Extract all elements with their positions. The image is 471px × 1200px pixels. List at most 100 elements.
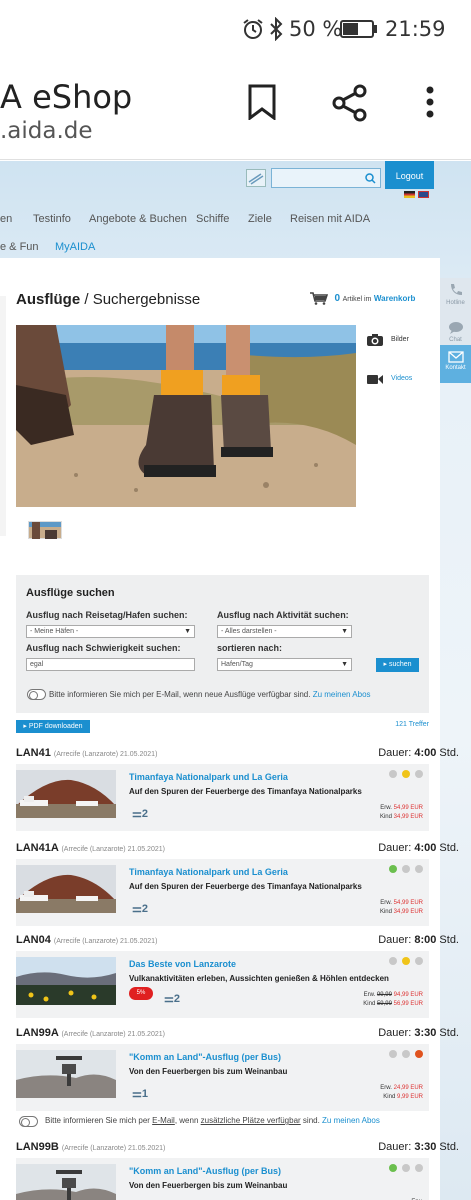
phone-screen: 50 % 21:59 A eShop .aida.de Logout en Te…	[0, 0, 471, 1200]
places-notify-toggle[interactable]	[19, 1116, 38, 1127]
alarm-icon	[243, 19, 263, 39]
search-icon[interactable]	[365, 173, 376, 184]
excursion-port-date: (Arrecife (Lanzarote) 21.05.2021)	[61, 1031, 165, 1038]
breadcrumb-page: Suchergebnisse	[92, 291, 201, 308]
thumbnail[interactable]	[28, 521, 62, 539]
excursion-title[interactable]: Das Beste von Lanzarote	[129, 959, 236, 969]
excursion-thumbnail[interactable]	[16, 1050, 116, 1098]
bookmark-icon[interactable]	[247, 84, 277, 120]
excursion-subtitle: Von den Feuerbergen bis zum Weinanbau	[129, 1067, 288, 1076]
flag-uk-icon[interactable]	[418, 191, 429, 198]
excursion-title[interactable]: "Komm an Land"-Ausflug (per Bus)	[129, 1166, 281, 1176]
nav-item-ziele[interactable]: Ziele	[248, 213, 272, 225]
excursion-thumbnail[interactable]	[16, 1164, 116, 1200]
excursion-card[interactable]: Timanfaya Nationalpark und La Geria Auf d…	[16, 764, 429, 831]
cart-link[interactable]: Warenkorb	[374, 294, 416, 303]
hero-image[interactable]	[16, 325, 356, 507]
cart-icon	[310, 292, 329, 305]
activity-select[interactable]: - Alles darstellen - ▼	[217, 625, 352, 638]
excursion-code: LAN99A (Arrecife (Lanzarote) 21.05.2021)	[16, 1027, 165, 1039]
excursion-card[interactable]: "Komm an Land"-Ausflug (per Bus) Von den …	[16, 1044, 429, 1111]
persons-icon: ⚌	[132, 1088, 142, 1100]
video-icon[interactable]	[366, 373, 384, 385]
child-price: Kind 9,99 EUR	[383, 1094, 423, 1100]
excursion-port-date: (Arrecife (Lanzarote) 21.05.2021)	[61, 1145, 166, 1152]
abos-link-2[interactable]: Zu meinen Abos	[322, 1116, 380, 1125]
nav-item-reisen[interactable]: Reisen mit AIDA	[290, 213, 370, 225]
flag-de-icon[interactable]	[404, 191, 415, 198]
chevron-down-icon: ▼	[341, 661, 348, 668]
nav-item-fun[interactable]: e & Fun	[0, 241, 39, 253]
availability-light	[402, 865, 410, 873]
excursion-thumbnail[interactable]	[16, 957, 116, 1005]
excursion-title[interactable]: "Komm an Land"-Ausflug (per Bus)	[129, 1052, 281, 1062]
videos-link[interactable]: Videos	[391, 375, 412, 382]
pdf-download-button[interactable]: ▸ PDF downloaden	[16, 720, 90, 733]
excursion-title[interactable]: Timanfaya Nationalpark und La Geria	[129, 772, 288, 782]
email-link[interactable]: E-Mail	[152, 1116, 175, 1125]
sort-label: sortieren nach:	[217, 643, 283, 653]
availability-light	[415, 1164, 423, 1172]
excursion-card[interactable]: Timanfaya Nationalpark und La Geria Auf d…	[16, 859, 429, 926]
nav-item-schiffe[interactable]: Schiffe	[196, 213, 229, 225]
excursion-port-date: (Arrecife (Lanzarote) 21.05.2021)	[53, 938, 158, 945]
sidebar-hotline-label: Hotline	[446, 300, 465, 306]
availability-light	[389, 770, 397, 778]
persons-icon: ⚌	[132, 808, 142, 820]
extra-places-link[interactable]: zusätzliche Plätze verfügbar	[201, 1116, 301, 1125]
cart-summary[interactable]: 0 Artikel im Warenkorb	[309, 292, 415, 305]
logout-button[interactable]: Logout	[385, 161, 434, 189]
excursion-port-date: (Arrecife (Lanzarote) 21.05.2021)	[53, 751, 158, 758]
overflow-menu-icon[interactable]	[424, 84, 436, 120]
site-search-input[interactable]	[271, 168, 381, 188]
child-price: Kind 59,99 56,99 EUR	[363, 1001, 423, 1007]
persons-icon: ⚌	[132, 903, 142, 915]
port-select[interactable]: - Meine Häfen - ▼	[26, 625, 195, 638]
excursion-card[interactable]: Das Beste von Lanzarote Vulkanaktivitäten…	[16, 951, 429, 1018]
newsletter-icon[interactable]	[246, 169, 266, 187]
sidebar-contact[interactable]: Kontakt	[440, 345, 471, 383]
availability-light	[415, 770, 423, 778]
availability-light	[402, 1050, 410, 1058]
chevron-down-icon: ▼	[184, 628, 191, 635]
share-icon[interactable]	[331, 84, 369, 122]
sort-select[interactable]: Hafen/Tag ▼	[217, 658, 352, 671]
excursion-code: LAN04 (Arrecife (Lanzarote) 21.05.2021)	[16, 934, 158, 946]
excursion-duration: Dauer: 3:30 Std.	[378, 1027, 459, 1039]
excursion-duration: Dauer: 4:00 Std.	[378, 747, 459, 759]
clock: 21:59	[385, 17, 446, 41]
photos-link[interactable]: Bilder	[391, 336, 409, 343]
chevron-down-icon: ▼	[341, 628, 348, 635]
availability-light	[389, 865, 397, 873]
nav-item-angebote[interactable]: Angebote & Buchen	[89, 213, 187, 225]
nav-item-testinfo[interactable]: Testinfo	[33, 213, 71, 225]
excursion-subtitle: Auf den Spuren der Feuerberge des Timanf…	[129, 882, 362, 891]
adult-price: Erw. 54,99 EUR	[380, 805, 423, 811]
availability-light	[402, 770, 410, 778]
persons-count: ⚌1	[132, 1088, 148, 1100]
difficulty-label: Ausflug nach Schwierigkeit suchen:	[26, 643, 181, 653]
url-text[interactable]: .aida.de	[0, 118, 93, 144]
breadcrumb-section[interactable]: Ausflüge	[16, 291, 80, 308]
excursion-thumbnail[interactable]	[16, 865, 116, 913]
search-button[interactable]: ▸ suchen	[376, 658, 419, 672]
camera-icon[interactable]	[366, 333, 384, 347]
nav-item-en[interactable]: en	[0, 213, 12, 225]
nav-item-myaida[interactable]: MyAIDA	[55, 241, 95, 253]
excursion-code: LAN41 (Arrecife (Lanzarote) 21.05.2021)	[16, 747, 158, 759]
sidebar-contact-label: Kontakt	[445, 365, 466, 371]
excursion-subtitle: Auf den Spuren der Feuerberge des Timanf…	[129, 787, 362, 796]
excursion-thumbnail[interactable]	[16, 770, 116, 818]
excursion-card[interactable]: "Komm an Land"-Ausflug (per Bus) Von den …	[16, 1158, 429, 1200]
difficulty-select[interactable]: egal	[26, 658, 195, 671]
availability-light	[389, 957, 397, 965]
availability-light	[415, 1050, 423, 1058]
notify-toggle[interactable]	[27, 689, 46, 700]
status-bar: 50 % 21:59	[0, 0, 471, 56]
child-price: Kind 34,99 EUR	[379, 909, 423, 915]
excursion-duration: Dauer: 8:00 Std.	[378, 934, 459, 946]
excursion-title[interactable]: Timanfaya Nationalpark und La Geria	[129, 867, 288, 877]
abos-link[interactable]: Zu meinen Abos	[313, 690, 371, 699]
sidebar-hotline[interactable]: Hotline	[440, 278, 471, 316]
phone-icon	[450, 284, 462, 295]
